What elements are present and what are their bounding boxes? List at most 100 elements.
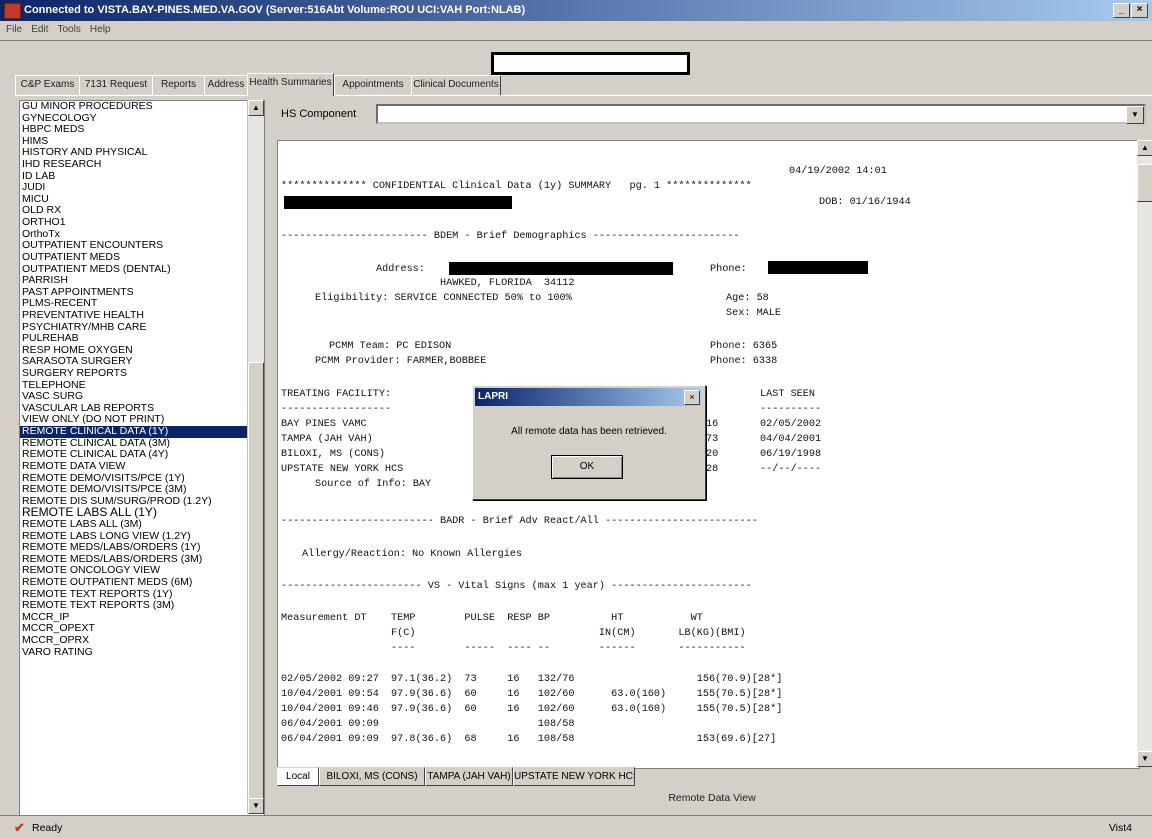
divider — [0, 40, 1152, 41]
tab-health-summaries[interactable]: Health Summaries — [247, 73, 334, 96]
list-item[interactable]: HIMS — [20, 136, 264, 148]
menu-help[interactable]: Help — [90, 24, 111, 35]
close-button[interactable]: × — [1131, 3, 1148, 18]
report-sex: Sex: MALE — [726, 308, 782, 319]
list-item[interactable]: JUDI — [20, 182, 264, 194]
menu-tools[interactable]: Tools — [57, 24, 80, 35]
tab-reports[interactable]: Reports — [152, 75, 205, 96]
list-item[interactable]: IHD RESEARCH — [20, 159, 264, 171]
vs-columns: Measurement DT TEMP PULSE RESP BP HT WT — [281, 613, 703, 624]
list-item[interactable]: MCCR_IP — [20, 612, 264, 624]
tab-clinical-documents[interactable]: Clinical Documents — [411, 75, 501, 96]
ok-button[interactable]: OK — [551, 455, 623, 479]
list-item[interactable]: REMOTE TEXT REPORTS (1Y) — [20, 589, 264, 601]
list-item[interactable]: VARO RATING — [20, 647, 264, 659]
list-item[interactable]: REMOTE TEXT REPORTS (3M) — [20, 600, 264, 612]
list-item[interactable]: REMOTE DATA VIEW — [20, 461, 264, 473]
tab-upstate-ny[interactable]: UPSTATE NEW YORK HCS — [513, 767, 635, 786]
status-bar: ✔ Ready Vist4 — [0, 815, 1152, 838]
list-item[interactable]: REMOTE CLINICAL DATA (4Y) — [20, 449, 264, 461]
list-item[interactable]: REMOTE LABS LONG VIEW (1.2Y) — [20, 531, 264, 543]
scroll-up-icon[interactable]: ▲ — [1137, 140, 1152, 156]
facility-name: TAMPA (JAH VAH) — [281, 434, 373, 445]
scroll-up-icon[interactable]: ▲ — [248, 100, 264, 116]
tab-tampa[interactable]: TAMPA (JAH VAH) — [425, 767, 513, 786]
list-item[interactable]: OrthoTx — [20, 229, 264, 241]
list-item[interactable]: GU MINOR PROCEDURES — [20, 101, 264, 113]
remote-data-view-caption: Remote Data View — [668, 792, 756, 804]
list-item[interactable]: REMOTE MEDS/LABS/ORDERS (1Y) — [20, 542, 264, 554]
facility-code: 16 — [706, 419, 719, 430]
list-item[interactable]: ORTHO1 — [20, 217, 264, 229]
treating-facility-header: TREATING FACILITY: — [281, 389, 392, 400]
tab-biloxi[interactable]: BILOXI, MS (CONS) — [319, 767, 425, 786]
list-item[interactable]: RESP HOME OXYGEN — [20, 345, 264, 357]
scroll-thumb[interactable] — [1137, 164, 1152, 202]
list-item[interactable]: SURGERY REPORTS — [20, 368, 264, 380]
list-item[interactable]: VIEW ONLY (DO NOT PRINT) — [20, 414, 264, 426]
list-item[interactable]: REMOTE CLINICAL DATA (3M) — [20, 438, 264, 450]
minimize-button[interactable]: _ — [1113, 3, 1130, 18]
list-item[interactable]: ID LAB — [20, 171, 264, 183]
facility-code: 28 — [706, 464, 719, 475]
facility-name: BILOXI, MS (CONS) — [281, 449, 385, 460]
menu-edit[interactable]: Edit — [31, 24, 48, 35]
list-item[interactable]: REMOTE LABS ALL (1Y) — [20, 507, 264, 519]
list-item[interactable]: MCCR_OPRX — [20, 635, 264, 647]
report-scrollbar[interactable]: ▲ ▼ — [1137, 140, 1152, 767]
list-item[interactable]: GYNECOLOGY — [20, 113, 264, 125]
chevron-down-icon[interactable]: ▼ — [1126, 106, 1144, 124]
scroll-thumb[interactable] — [248, 362, 264, 800]
list-item[interactable]: REMOTE CLINICAL DATA (1Y) — [20, 426, 264, 438]
health-summary-list[interactable]: GU MINOR PROCEDURES GYNECOLOGY HBPC MEDS HI… — [19, 100, 265, 816]
list-item[interactable]: TELEPHONE — [20, 380, 264, 392]
dialog-message: All remote data has been retrieved. — [511, 426, 667, 437]
report-text-area[interactable]: 04/19/2002 14:01 ************** CONFIDEN… — [277, 140, 1140, 769]
facility-code: 73 — [706, 434, 719, 445]
list-item[interactable]: PREVENTATIVE HEALTH — [20, 310, 264, 322]
report-age: Age: 58 — [726, 293, 769, 304]
list-item[interactable]: OUTPATIENT ENCOUNTERS — [20, 240, 264, 252]
phone-label: Phone: — [710, 264, 747, 275]
list-item[interactable]: PLMS-RECENT — [20, 298, 264, 310]
tab-local[interactable]: Local — [277, 767, 319, 786]
list-item[interactable]: OLD RX — [20, 205, 264, 217]
vs-row: 02/05/2002 09:27 97.1(36.2) 73 16 132/76… — [281, 674, 783, 685]
list-item[interactable]: PAST APPOINTMENTS — [20, 287, 264, 299]
list-item[interactable]: VASC SURG — [20, 391, 264, 403]
hs-component-label: HS Component — [281, 108, 357, 120]
close-icon[interactable]: × — [684, 390, 700, 405]
scroll-down-icon[interactable]: ▼ — [1137, 751, 1152, 767]
list-item[interactable]: MICU — [20, 194, 264, 206]
report-dob: DOB: 01/16/1944 — [819, 197, 911, 208]
list-item[interactable]: REMOTE DIS SUM/SURG/PROD (1.2Y) — [20, 496, 264, 508]
menu-file[interactable]: File — [6, 24, 22, 35]
list-item[interactable]: REMOTE OUTPATIENT MEDS (6M) — [20, 577, 264, 589]
lapri-dialog: LAPRI × All remote data has been retriev… — [472, 385, 706, 500]
list-item[interactable]: MCCR_OPEXT — [20, 623, 264, 635]
list-item[interactable]: PARRISH — [20, 275, 264, 287]
list-item[interactable]: REMOTE ONCOLOGY VIEW — [20, 565, 264, 577]
report-city: HAWKED, FLORIDA 34112 — [440, 278, 575, 289]
list-item[interactable]: VASCULAR LAB REPORTS — [20, 403, 264, 415]
hs-component-combobox[interactable]: ▼ — [376, 104, 1146, 124]
tab-address[interactable]: Address — [204, 75, 248, 96]
list-item[interactable]: OUTPATIENT MEDS (DENTAL) — [20, 264, 264, 276]
list-item[interactable]: REMOTE DEMO/VISITS/PCE (3M) — [20, 484, 264, 496]
list-item[interactable]: PSYCHIATRY/MHB CARE — [20, 322, 264, 334]
scroll-down-icon[interactable]: ▼ — [248, 798, 264, 814]
patient-name-field[interactable] — [491, 52, 690, 75]
vs-columns-rule: ---- ----- ---- -- ------ ----------- — [281, 643, 746, 654]
list-item[interactable]: PULREHAB — [20, 333, 264, 345]
list-item[interactable]: OUTPATIENT MEDS — [20, 252, 264, 264]
tab-7131-request[interactable]: 7131 Request — [79, 75, 153, 96]
list-item[interactable]: REMOTE DEMO/VISITS/PCE (1Y) — [20, 473, 264, 485]
list-item[interactable]: REMOTE MEDS/LABS/ORDERS (3M) — [20, 554, 264, 566]
list-item[interactable]: REMOTE LABS ALL (3M) — [20, 519, 264, 531]
list-item[interactable]: HISTORY AND PHYSICAL — [20, 147, 264, 159]
list-item[interactable]: SARASOTA SURGERY — [20, 356, 264, 368]
tab-cp-exams[interactable]: C&P Exams — [15, 75, 80, 96]
list-item[interactable]: HBPC MEDS — [20, 124, 264, 136]
list-scrollbar[interactable]: ▲ ▼ — [247, 100, 264, 814]
tab-appointments[interactable]: Appointments — [334, 75, 412, 96]
